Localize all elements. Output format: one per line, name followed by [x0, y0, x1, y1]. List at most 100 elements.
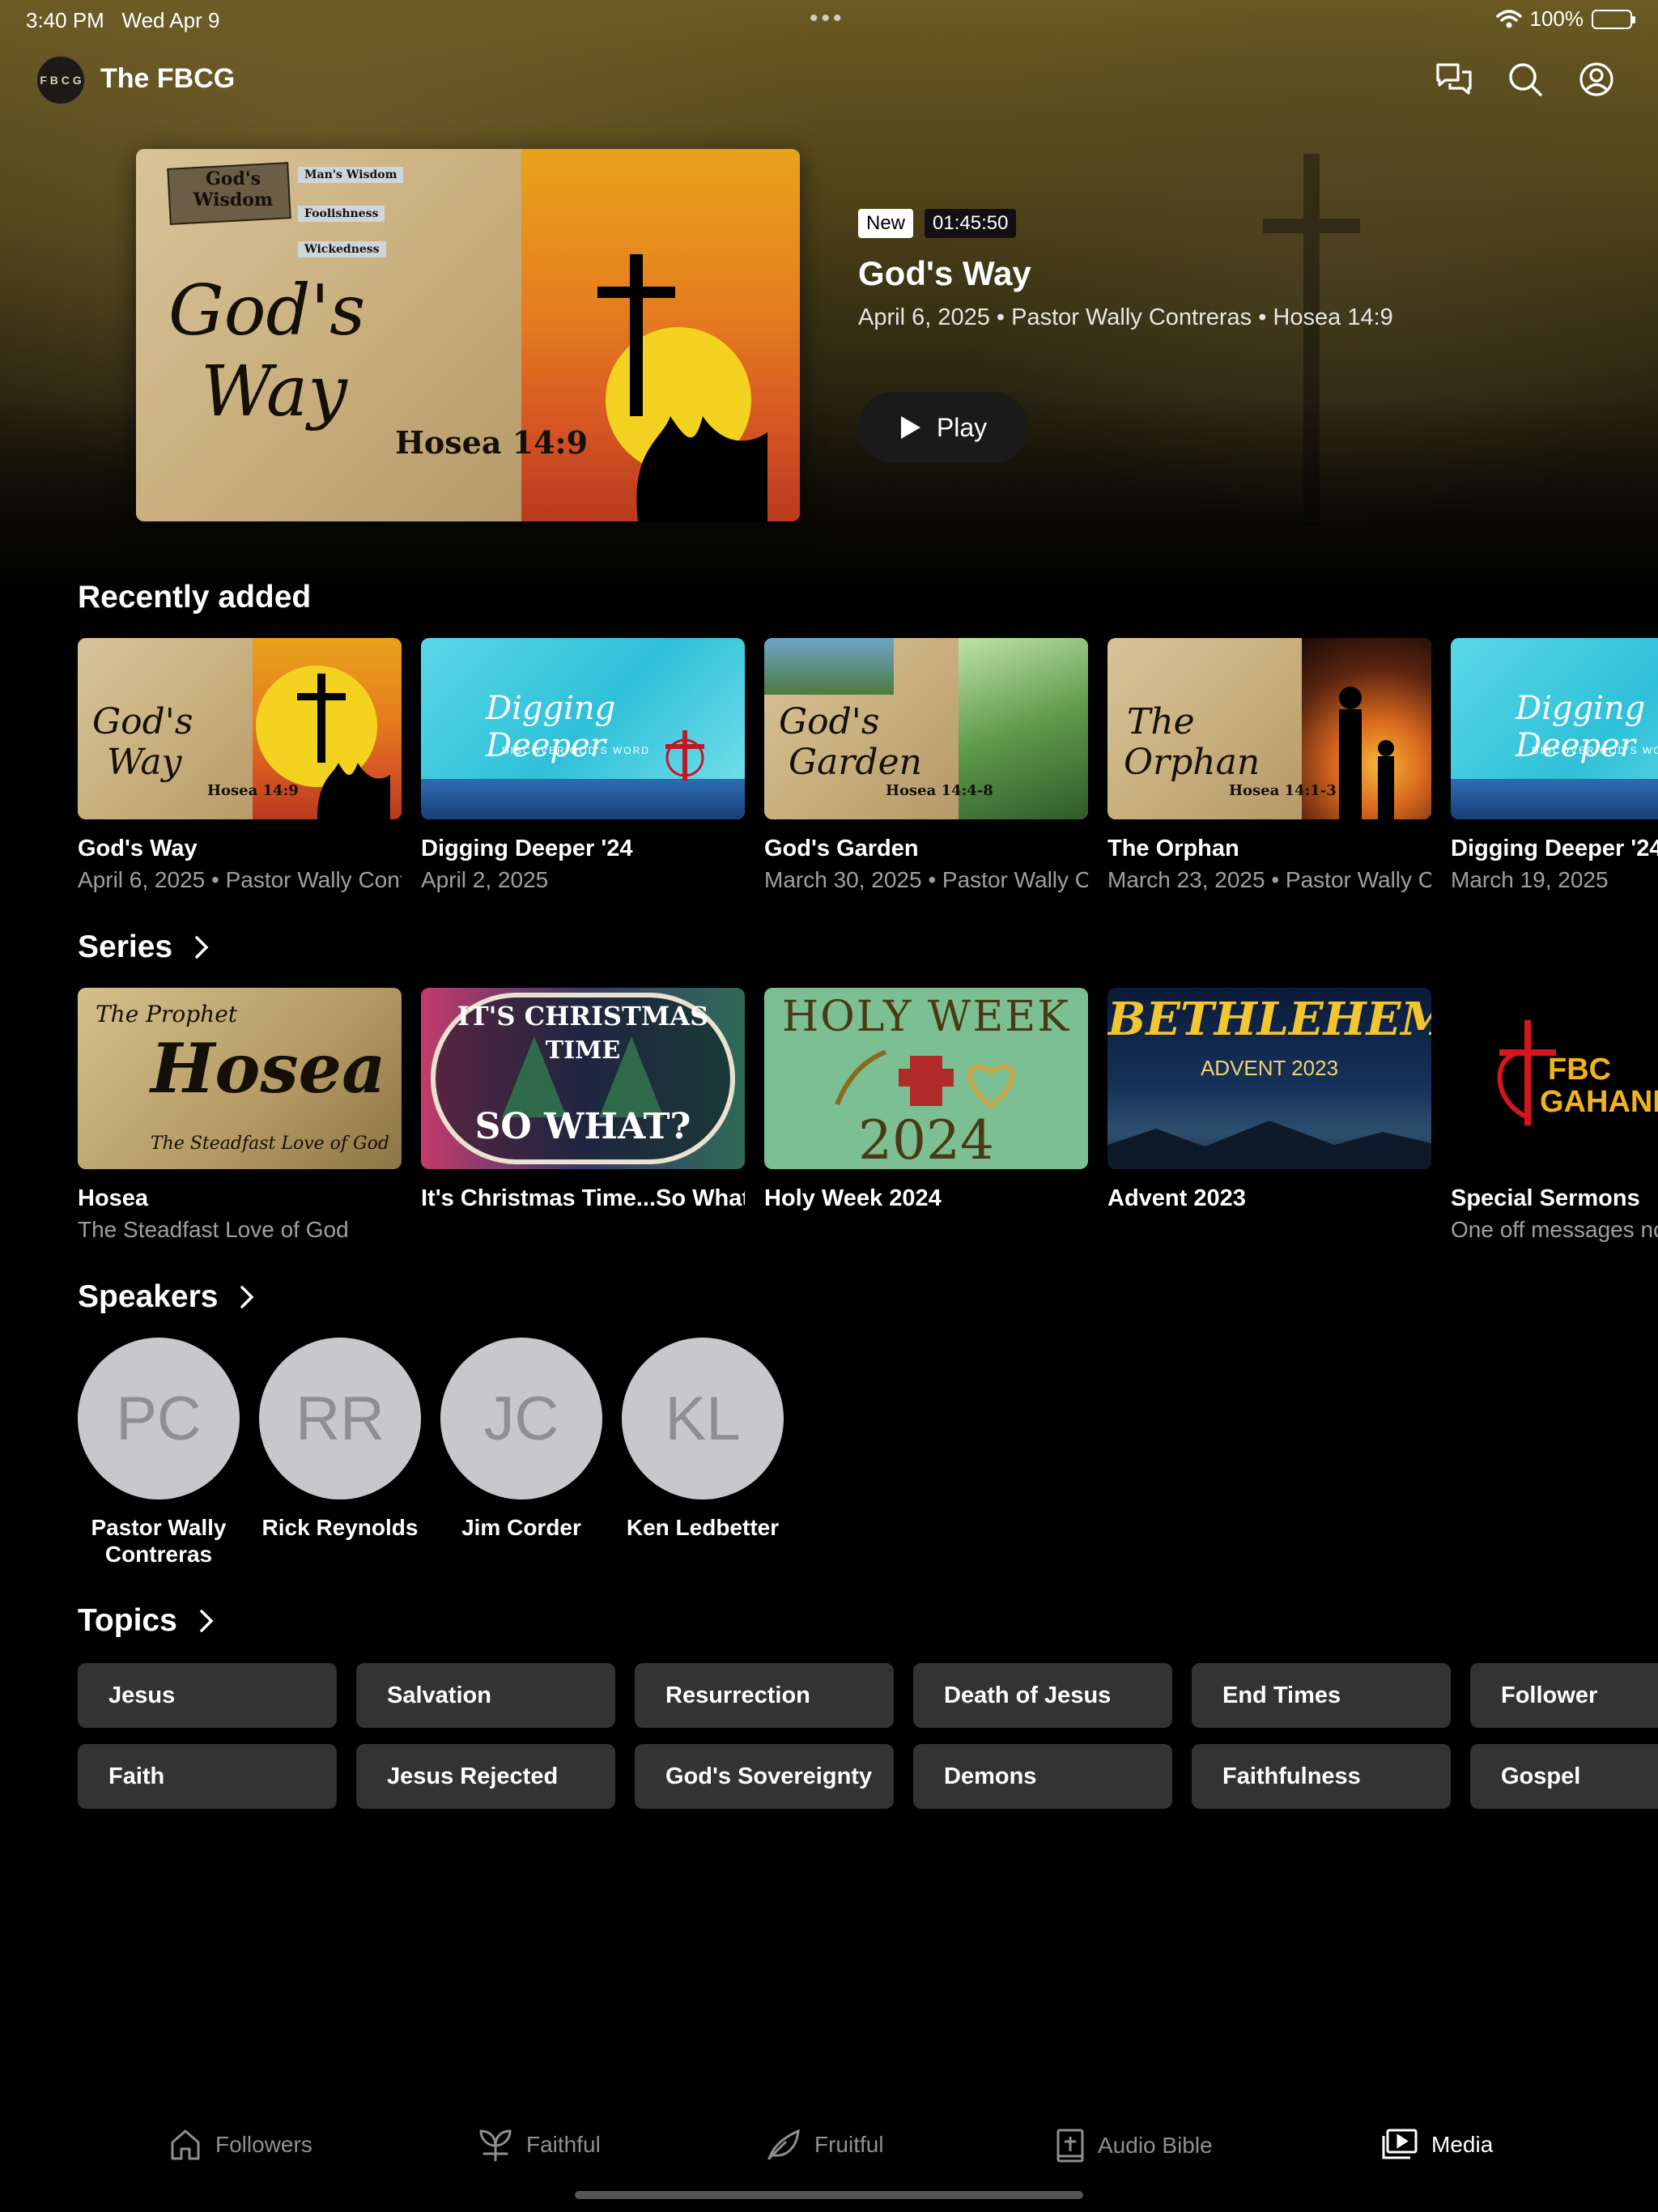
media-title: God's Way [78, 836, 198, 861]
series-thumbnail: HOLY WEEK 2024 [764, 988, 1088, 1169]
chevron-right-icon [195, 936, 209, 959]
tab-audio-bible[interactable]: Audio Bible [1056, 2128, 1213, 2163]
app-logo[interactable]: F B C G [36, 55, 86, 105]
tab-fruitful[interactable]: Fruitful [766, 2128, 884, 2162]
tab-followers[interactable]: Followers [168, 2128, 312, 2162]
series-title: Hosea [78, 1185, 149, 1211]
media-title: Digging Deeper '24 [1451, 836, 1658, 861]
recently-added-row: God's Way Hosea 14:9 God's Way April 6, … [78, 638, 1658, 897]
crucifixion-silhouette-icon [597, 254, 767, 521]
tab-faithful[interactable]: Faithful [478, 2128, 601, 2162]
status-bar: 3:40 PM Wed Apr 9 ••• 100% [0, 0, 1658, 40]
series-title: Holy Week 2024 [764, 1185, 942, 1211]
media-card[interactable]: Digging Deeper DISCOVER GOD'S WORD Diggi… [1451, 638, 1658, 893]
series-card[interactable]: FBC GAHANNA Special Sermons One off mess… [1451, 988, 1658, 1243]
media-card[interactable]: God's Garden Hosea 14:4-8 God's Garden M… [764, 638, 1088, 893]
series-card[interactable]: HOLY WEEK 2024 Holy Week 2024 [764, 988, 1088, 1217]
home-indicator[interactable] [575, 2191, 1083, 2199]
topic-chip[interactable]: Death of Jesus [913, 1663, 1172, 1728]
speaker-name: Jim Corder [461, 1515, 581, 1540]
media-subtitle: March 23, 2025 • Pastor Wally Contreras [1107, 867, 1431, 892]
media-subtitle: March 19, 2025 [1451, 867, 1609, 892]
status-time: 3:40 PM Wed Apr 9 [26, 8, 220, 32]
speaker-card[interactable]: PC Pastor Wally Contreras [78, 1338, 240, 1568]
media-subtitle: March 30, 2025 • Pastor Wally Contreras [764, 867, 1088, 892]
series-card[interactable]: IT'S CHRISTMAS TIME SO WHAT? It's Christ… [421, 988, 745, 1217]
play-button[interactable]: Play [858, 392, 1028, 463]
media-thumbnail: God's Way Hosea 14:9 [78, 638, 402, 819]
chevron-right-icon [200, 1610, 214, 1632]
chat-icon[interactable] [1431, 57, 1477, 102]
topic-chip[interactable]: Follower [1470, 1663, 1658, 1728]
topic-chip[interactable]: Faithfulness [1192, 1744, 1451, 1809]
section-series[interactable]: Series [78, 929, 210, 965]
media-thumbnail: Digging Deeper DISCOVER GOD'S WORD [421, 638, 745, 819]
series-thumbnail: The Prophet Hosea The Steadfast Love of … [78, 988, 402, 1169]
search-icon[interactable] [1503, 57, 1548, 102]
speaker-name: Pastor Wally Contreras [91, 1515, 227, 1567]
series-title: It's Christmas Time...So What? [421, 1185, 745, 1211]
multitasking-dots-icon[interactable]: ••• [810, 5, 845, 32]
series-subtitle: The Steadfast Love of God [78, 1217, 349, 1242]
hero-art-sign: God's Wisdom [193, 168, 274, 211]
topic-chip[interactable]: Salvation [356, 1663, 615, 1728]
media-card[interactable]: Digging Deeper DISCOVER GOD'S WORD Diggi… [421, 638, 745, 893]
chevron-right-icon [240, 1286, 254, 1308]
battery-percent: 100% [1529, 6, 1584, 31]
hero-badges: New 01:45:50 [858, 209, 1017, 238]
play-icon [900, 416, 920, 439]
series-title: Special Sermons [1451, 1185, 1640, 1211]
media-title: God's Garden [764, 836, 919, 861]
avatar: PC [78, 1338, 240, 1499]
speaker-card[interactable]: JC Jim Corder [440, 1338, 602, 1541]
topic-chip[interactable]: End Times [1192, 1663, 1451, 1728]
series-thumbnail: IT'S CHRISTMAS TIME SO WHAT? [421, 988, 745, 1169]
speaker-name: Ken Ledbetter [626, 1515, 780, 1540]
media-subtitle: April 2, 2025 [421, 867, 549, 892]
section-recently-added: Recently added [78, 580, 312, 615]
duration-badge: 01:45:50 [925, 209, 1017, 238]
media-card[interactable]: The Orphan Hosea 14:1-3 The Orphan March… [1107, 638, 1431, 893]
media-thumbnail: The Orphan Hosea 14:1-3 [1107, 638, 1431, 819]
topic-chip[interactable]: Faith [78, 1744, 337, 1809]
topic-chip[interactable]: Demons [913, 1744, 1172, 1809]
series-subtitle: One off messages not in a series [1451, 1217, 1658, 1242]
home-icon [171, 2129, 200, 2160]
speaker-name: Rick Reynolds [261, 1515, 419, 1540]
bible-icon [1056, 2129, 1084, 2163]
series-thumbnail: BETHLEHEM ADVENT 2023 [1107, 988, 1431, 1169]
cross-silhouette-icon [1263, 154, 1360, 526]
avatar: JC [440, 1338, 602, 1499]
sprout-icon [479, 2129, 512, 2162]
media-subtitle: April 6, 2025 • Pastor Wally Contreras [78, 867, 402, 892]
section-topics[interactable]: Topics [78, 1603, 215, 1639]
tab-bar: Followers Faithful Fruitful Audio Bible … [0, 2105, 1658, 2194]
status-indicators: 100% [1495, 6, 1635, 32]
topic-chip[interactable]: Gospel [1470, 1744, 1658, 1809]
wifi-icon [1495, 9, 1522, 28]
media-title: Digging Deeper '24 [421, 836, 633, 861]
hero-artwork[interactable]: God's Wisdom Man's Wisdom Foolishness Wi… [136, 149, 800, 521]
leaf-icon [767, 2129, 800, 2160]
topic-chip[interactable]: God's Sovereignty [635, 1744, 894, 1809]
speaker-card[interactable]: RR Rick Reynolds [259, 1338, 421, 1541]
avatar: KL [622, 1338, 784, 1499]
topic-chip[interactable]: Jesus Rejected [356, 1744, 615, 1809]
media-thumbnail: Digging Deeper DISCOVER GOD'S WORD [1451, 638, 1658, 819]
speaker-card[interactable]: KL Ken Ledbetter [622, 1338, 784, 1541]
app-title: The FBCG [100, 63, 236, 94]
avatar: RR [259, 1338, 421, 1499]
media-card[interactable]: God's Way Hosea 14:9 God's Way April 6, … [78, 638, 402, 893]
hero-meta: April 6, 2025 • Pastor Wally Contreras •… [858, 304, 1393, 330]
media-icon [1382, 2129, 1418, 2159]
topic-chip[interactable]: Resurrection [635, 1663, 894, 1728]
account-icon[interactable] [1574, 57, 1619, 102]
series-card[interactable]: The Prophet Hosea The Steadfast Love of … [78, 988, 402, 1243]
series-card[interactable]: BETHLEHEM ADVENT 2023 Advent 2023 [1107, 988, 1431, 1217]
topic-chip[interactable]: Jesus [78, 1663, 337, 1728]
tab-media[interactable]: Media [1381, 2128, 1493, 2162]
media-thumbnail: God's Garden Hosea 14:4-8 [764, 638, 1088, 819]
section-speakers[interactable]: Speakers [78, 1279, 255, 1315]
series-title: Advent 2023 [1107, 1185, 1246, 1211]
series-thumbnail: FBC GAHANNA [1451, 988, 1658, 1169]
